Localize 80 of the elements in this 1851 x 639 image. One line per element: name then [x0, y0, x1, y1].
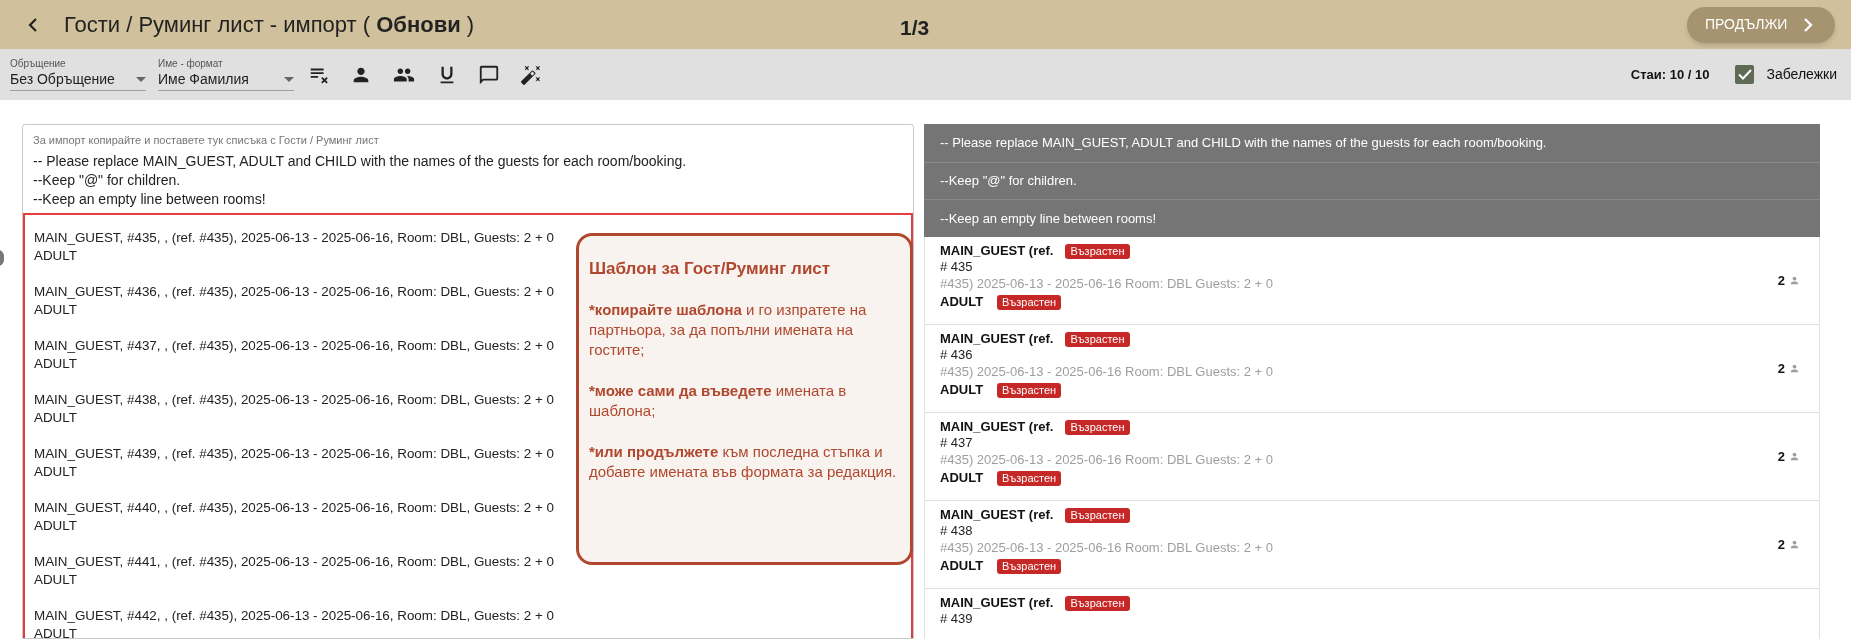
guest-count: 2: [1777, 447, 1785, 466]
dropdown-value: Име Фамилия: [158, 70, 250, 88]
booking-number: # 438: [940, 523, 973, 540]
guest-line: ADULT: [34, 463, 77, 481]
tooltip-paragraph: *копирайте шаблона и го изпратете на партньора, за да попълни имената на гостите;: [589, 300, 868, 360]
guest-name: MAIN_GUEST (ref.: [940, 419, 1054, 436]
comment-icon[interactable]: [478, 63, 500, 86]
guest-type: ADULT: [940, 558, 984, 575]
guest-count: 2: [1777, 271, 1785, 290]
guest-line: ADULT: [34, 571, 77, 589]
instruction-row-text: -- Please replace MAIN_GUEST, ADULT and CHILD with the names of the guests for each room/booking.: [939, 134, 1548, 153]
notes-checkbox[interactable]: [1735, 65, 1755, 84]
notes-label: Забележки: [1766, 65, 1837, 84]
dropdown-field[interactable]: Обръщение Без Обръщение: [10, 58, 146, 91]
guest-line: ADULT: [34, 409, 77, 427]
instruction-row: --Keep an empty line between rooms!: [924, 199, 1820, 238]
instruction-row: --Keep "@" for children.: [924, 161, 1820, 200]
guest-name: MAIN_GUEST (ref.: [940, 507, 1054, 524]
guest-count: 2: [1777, 535, 1785, 554]
guest-name: MAIN_GUEST (ref.: [940, 595, 1054, 612]
age-badge: Възрастен: [1065, 507, 1130, 523]
dropdown-caret-icon: [136, 77, 146, 82]
age-badge: Възрастен: [1065, 595, 1130, 611]
guest-line: ADULT: [34, 355, 77, 373]
instruction-line: --Keep an empty line between rooms!: [33, 190, 266, 209]
person-icon: [1789, 539, 1800, 551]
person-icon: [1789, 451, 1800, 463]
booking-number: # 436: [940, 347, 973, 364]
age-badge: Възрастен: [997, 470, 1062, 486]
booking-number: # 435: [940, 259, 973, 276]
chevron-right-icon: [1803, 17, 1814, 32]
guest-line: ADULT: [34, 247, 77, 265]
guest-name: MAIN_GUEST (ref.: [940, 243, 1054, 260]
dropdown-label: Име - формат: [158, 58, 224, 70]
dropdown-value: Без Обръщение: [10, 70, 116, 88]
tooltip-title: Шаблон за Гост/Руминг лист: [589, 258, 832, 279]
page-title: Гости / Руминг лист - импорт ( Обнови ): [64, 11, 475, 39]
template-line: MAIN_GUEST, #438, , (ref. #435), 2025-06-13 - 2025-06-16, Room: DBL, Guests: 2 + 0: [34, 391, 554, 409]
template-line: MAIN_GUEST, #437, , (ref. #435), 2025-06-13 - 2025-06-16, Room: DBL, Guests: 2 + 0: [34, 337, 554, 355]
guest-type: ADULT: [940, 382, 984, 399]
step-indicator: 1/3: [900, 15, 930, 41]
guest-line: ADULT: [34, 625, 77, 638]
booking-details: #435) 2025-06-13 - 2025-06-16 Room: DBL Guests: 2 + 0: [940, 275, 1274, 293]
booking-number: # 439: [940, 611, 973, 628]
dropdown-field[interactable]: Име - формат Име Фамилия: [158, 58, 294, 91]
dropdown-caret-icon: [284, 77, 294, 82]
guest-type: ADULT: [940, 294, 984, 311]
person-icon: [1789, 363, 1800, 375]
tooltip-paragraph: *или продължете към последна стъпка и добавте имената във формата за редакция.: [589, 442, 898, 482]
magic-wand-icon[interactable]: [520, 63, 542, 86]
guest-name: MAIN_GUEST (ref.: [940, 331, 1054, 348]
template-line: MAIN_GUEST, #439, , (ref. #435), 2025-06-13 - 2025-06-16, Room: DBL, Guests: 2 + 0: [34, 445, 554, 463]
instruction-line: -- Please replace MAIN_GUEST, ADULT and CHILD with the names of the guests for each room/booking.: [33, 152, 687, 171]
age-badge: Възрастен: [997, 558, 1062, 574]
template-line: MAIN_GUEST, #441, , (ref. #435), 2025-06-13 - 2025-06-16, Room: DBL, Guests: 2 + 0: [34, 553, 554, 571]
import-text-area[interactable]: [22, 124, 914, 639]
template-line: MAIN_GUEST, #442, , (ref. #435), 2025-06-13 - 2025-06-16, Room: DBL, Guests: 2 + 0: [34, 607, 554, 625]
booking-details: #435) 2025-06-13 - 2025-06-16 Room: DBL Guests: 2 + 0: [940, 363, 1274, 381]
person-icon: [1789, 275, 1800, 287]
age-badge: Възрастен: [997, 294, 1062, 310]
tooltip-paragraph: *може сами да въведете имената в шаблона;: [589, 381, 848, 421]
booking-number: # 437: [940, 435, 973, 452]
import-label: За импорт копирайте и поставете тук списъка с Гости / Руминг лист: [33, 133, 379, 147]
guest-type: ADULT: [940, 470, 984, 487]
age-badge: Възрастен: [1065, 419, 1130, 435]
age-badge: Възрастен: [1065, 243, 1130, 259]
instruction-line: --Keep "@" for children.: [33, 171, 181, 190]
dropdown-label: Обръщение: [10, 58, 67, 70]
guest-line: ADULT: [34, 301, 77, 319]
booking-details: #435) 2025-06-13 - 2025-06-16 Room: DBL Guests: 2 + 0: [940, 451, 1274, 469]
template-line: MAIN_GUEST, #435, , (ref. #435), 2025-06-13 - 2025-06-16, Room: DBL, Guests: 2 + 0: [34, 229, 554, 247]
guest-line: ADULT: [34, 517, 77, 535]
age-badge: Възрастен: [997, 382, 1062, 398]
template-line: MAIN_GUEST, #440, , (ref. #435), 2025-06-13 - 2025-06-16, Room: DBL, Guests: 2 + 0: [34, 499, 554, 517]
guest-count: 2: [1777, 359, 1785, 378]
age-badge: Възрастен: [1065, 331, 1130, 347]
rooms-count: Стаи: 10 / 10: [1630, 65, 1710, 84]
booking-details: #435) 2025-06-13 - 2025-06-16 Room: DBL Guests: 2 + 0: [940, 539, 1274, 557]
back-icon: [26, 17, 40, 32]
template-line: MAIN_GUEST, #436, , (ref. #435), 2025-06-13 - 2025-06-16, Room: DBL, Guests: 2 + 0: [34, 283, 554, 301]
